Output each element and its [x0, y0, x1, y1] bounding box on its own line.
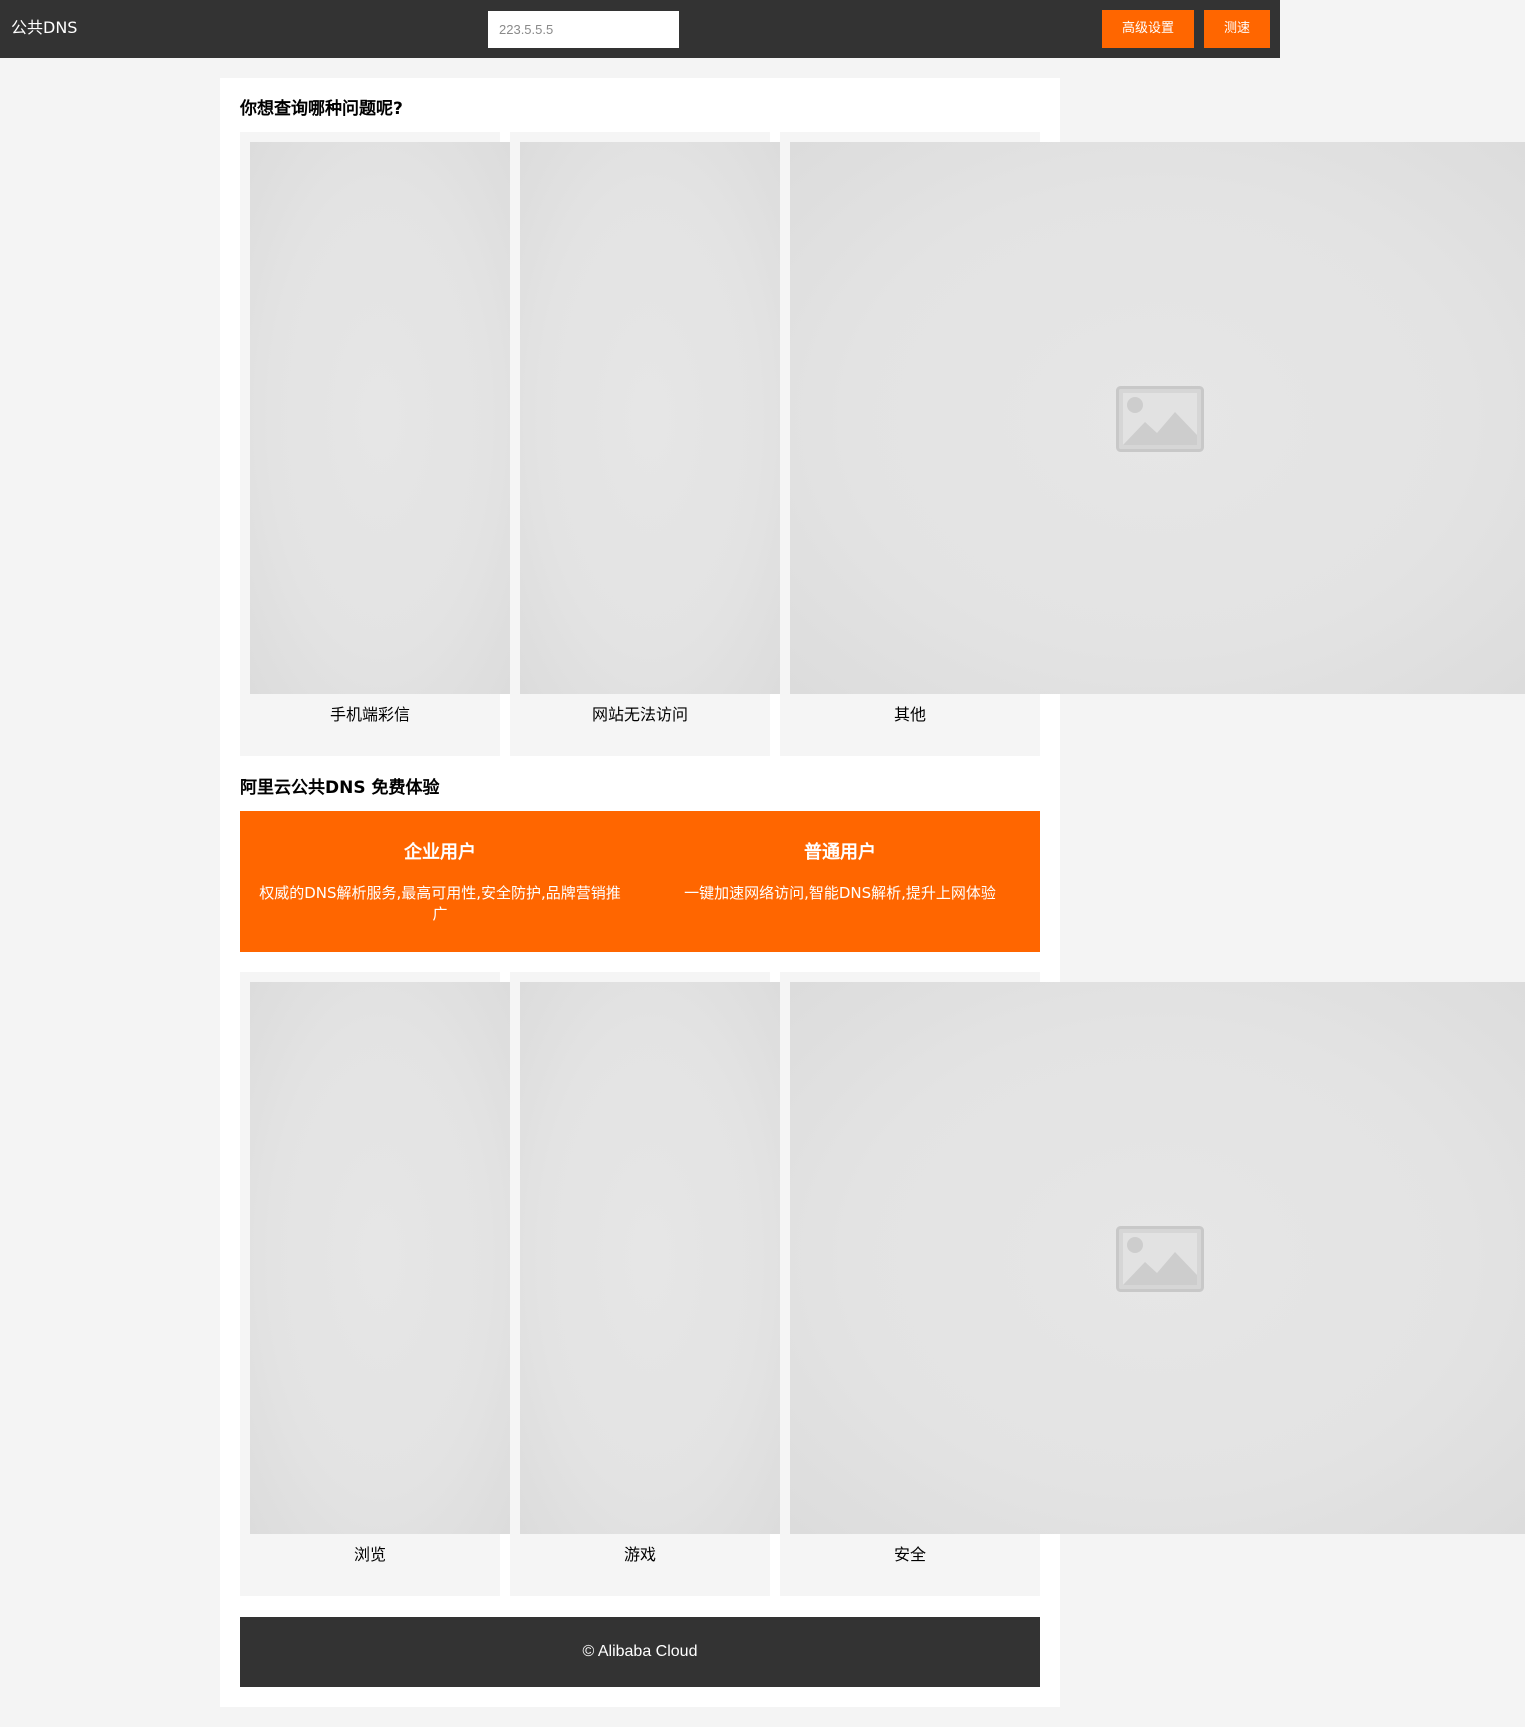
- advanced-settings-button[interactable]: 高级设置: [1102, 10, 1194, 48]
- tile-image: [250, 142, 510, 694]
- speed-test-button[interactable]: 测速: [1204, 10, 1270, 48]
- question-tile-other[interactable]: 其他: [780, 132, 1525, 756]
- promo-banner: 企业用户 权威的DNS解析服务,最高可用性,安全防护,品牌营销推广 普通用户 一…: [240, 811, 1040, 952]
- brand-title[interactable]: 公共DNS: [11, 17, 77, 39]
- main-content-card: 你想查询哪种问题呢? 手机端彩信 网站无法访问 其他 阿里云公共DNS 免费体验…: [220, 78, 1525, 1707]
- tile-label: 游戏: [623, 1545, 656, 1564]
- dns-search-input[interactable]: [488, 11, 679, 48]
- footer: © Alibaba Cloud: [240, 1617, 1040, 1687]
- scenario-tile-gaming[interactable]: 游戏: [510, 972, 780, 1596]
- tile-label: 手机端彩信: [329, 705, 410, 724]
- tile-image: [520, 982, 780, 1534]
- scenario-tile-security[interactable]: 安全: [780, 972, 1525, 1596]
- question-tile-website-unreachable[interactable]: 网站无法访问: [510, 132, 780, 756]
- image-placeholder-icon: [1116, 1226, 1204, 1292]
- tile-label: 安全: [893, 1545, 926, 1564]
- tile-image: [790, 982, 1525, 1534]
- tile-label: 网站无法访问: [591, 705, 688, 724]
- question-section-title: 你想查询哪种问题呢?: [240, 99, 403, 119]
- tile-image: [520, 142, 780, 694]
- tile-image: [790, 142, 1525, 694]
- enterprise-user-description: 权威的DNS解析服务,最高可用性,安全防护,品牌营销推广: [259, 884, 621, 923]
- tile-label: 其他: [893, 705, 926, 724]
- tile-image: [250, 982, 510, 1534]
- footer-copyright: © Alibaba Cloud: [582, 1643, 698, 1660]
- enterprise-user-heading: 企业用户: [404, 842, 476, 863]
- question-tile-mms[interactable]: 手机端彩信: [240, 132, 510, 756]
- top-navigation-bar: 公共DNS 高级设置 测速: [0, 0, 1280, 58]
- personal-user-heading: 普通用户: [804, 842, 876, 863]
- promo-section-title: 阿里云公共DNS 免费体验: [240, 778, 440, 798]
- scenario-tile-browsing[interactable]: 浏览: [240, 972, 510, 1596]
- personal-user-description: 一键加速网络访问,智能DNS解析,提升上网体验: [684, 884, 996, 902]
- tile-label: 浏览: [353, 1545, 386, 1564]
- image-placeholder-icon: [1116, 386, 1204, 452]
